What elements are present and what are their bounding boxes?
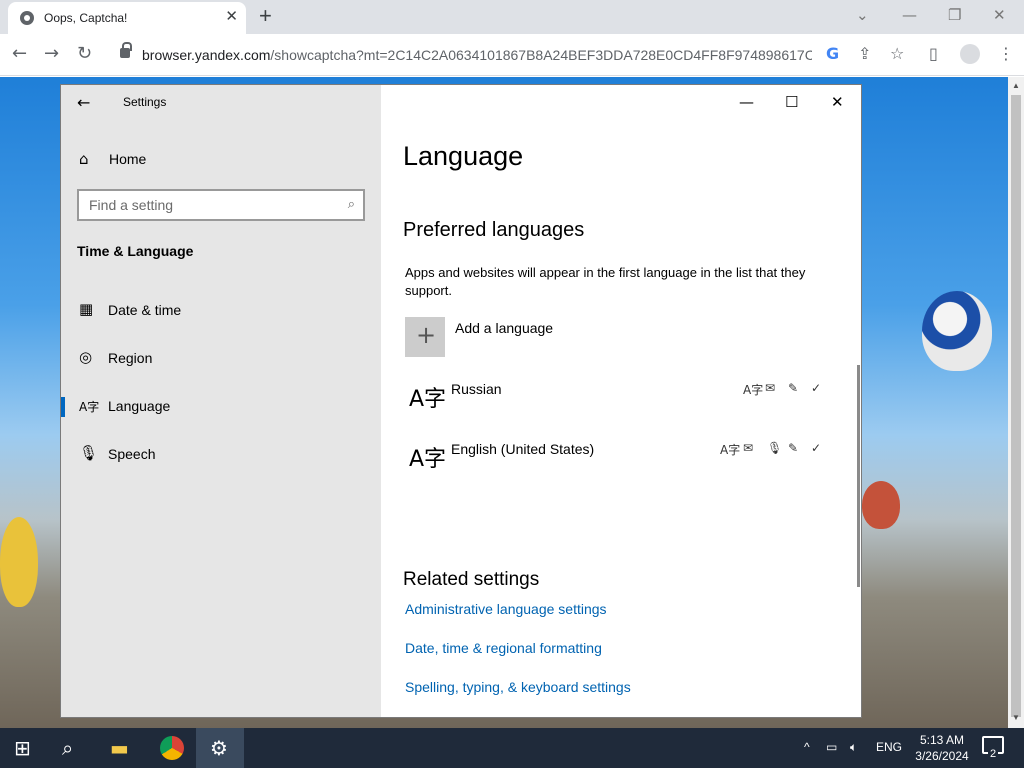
url-host: browser.yandex.com	[142, 47, 271, 63]
language-glyph-icon: A字	[409, 387, 447, 412]
section-title: Time & Language	[77, 243, 194, 259]
settings-sidebar: ← Settings ⌂ Home Find a setting ⌕ Time …	[61, 85, 381, 717]
settings-gear-icon[interactable]: ⚙	[210, 734, 228, 762]
clock-time: 5:13 AM	[919, 733, 965, 747]
close-browser-button[interactable]: ✕	[993, 6, 1006, 24]
preferred-languages-description: Apps and websites will appear in the fir…	[405, 265, 806, 298]
back-icon[interactable]: ←	[12, 44, 27, 64]
settings-window: ← Settings ⌂ Home Find a setting ⌕ Time …	[60, 84, 862, 718]
browser-tab-strip: Oops, Captcha! ✕ + ⌄ — ❐ ✕	[0, 0, 1024, 34]
notification-count: 2	[988, 748, 999, 760]
administrative-language-settings-link[interactable]: Administrative language settings	[405, 601, 607, 617]
address-bar[interactable]: browser.yandex.com/showcaptcha?mt=2C14C2…	[142, 47, 812, 63]
display-language-icon: A字	[720, 443, 741, 457]
menu-icon[interactable]: ⋮	[998, 45, 1014, 63]
sidebar-item-label: Language	[108, 398, 171, 414]
spelling-typing-keyboard-settings-link[interactable]: Spelling, typing, & keyboard settings	[405, 679, 631, 695]
clock-date: 3/26/2024	[915, 749, 969, 763]
start-windows-icon[interactable]: ⊞	[14, 734, 31, 762]
input-language-indicator[interactable]: ENG	[876, 740, 902, 754]
mouse-cursor	[423, 527, 435, 537]
tab-title: Oops, Captcha!	[44, 11, 128, 25]
spellcheck-icon: ✓	[811, 441, 822, 455]
language-item-english[interactable]: A字 English (United States) A字 ✉ 🎙︎ ✎ ✓	[405, 439, 835, 493]
sidebar-item-label: Region	[108, 350, 153, 366]
text-to-speech-icon: ✉	[743, 441, 754, 455]
taskbar-clock[interactable]: 5:13 AM 3/26/2024	[912, 732, 972, 764]
side-panel-icon[interactable]: ▯	[929, 45, 938, 63]
language-glyph-icon: A字	[409, 447, 447, 472]
minimize-window-button[interactable]: —	[739, 93, 754, 111]
bookmark-star-icon[interactable]: ☆	[890, 45, 904, 63]
tray-chevron-icon[interactable]: ^	[804, 740, 810, 754]
scrollbar-thumb[interactable]	[1011, 95, 1021, 717]
page-title: Language	[403, 141, 524, 171]
settings-content: — ☐ ✕ Language Preferred languages Apps …	[381, 85, 861, 717]
preferred-languages-heading: Preferred languages	[403, 219, 585, 241]
maximize-window-button[interactable]: ☐	[785, 93, 798, 111]
scroll-down-icon[interactable]: ▼	[1012, 713, 1020, 722]
hot-air-balloon	[0, 517, 38, 607]
related-settings-heading: Related settings	[403, 569, 540, 590]
reload-icon[interactable]: ↻	[77, 44, 92, 64]
close-window-button[interactable]: ✕	[831, 93, 844, 111]
browser-toolbar: ← → ↻ browser.yandex.com/showcaptcha?mt=…	[0, 34, 1024, 76]
browser-tab[interactable]: Oops, Captcha! ✕	[8, 2, 246, 34]
content-scrollbar[interactable]	[857, 365, 860, 587]
chrome-icon[interactable]	[160, 736, 184, 760]
sidebar-item-label: Date & time	[108, 302, 182, 318]
calendar-clock-icon: ▦	[79, 300, 94, 318]
microphone-icon: 🎙︎	[79, 444, 99, 462]
language-name: Russian	[451, 381, 502, 397]
file-explorer-icon[interactable]: ▬	[110, 734, 129, 762]
back-arrow-icon[interactable]: ←	[77, 93, 90, 112]
date-time-regional-formatting-link[interactable]: Date, time & regional formatting	[405, 640, 602, 656]
sidebar-item-label: Speech	[108, 446, 156, 462]
find-setting-search[interactable]: Find a setting ⌕	[77, 189, 365, 221]
search-input[interactable]: Find a setting	[89, 197, 173, 213]
text-to-speech-icon: ✉	[765, 381, 776, 395]
sidebar-item-speech[interactable]: 🎙︎ Speech	[61, 435, 381, 475]
speech-recognition-icon: 🎙︎	[767, 441, 783, 455]
scroll-up-icon[interactable]: ▲	[1012, 81, 1020, 90]
language-name: English (United States)	[451, 441, 595, 457]
add-language-label[interactable]: Add a language	[455, 320, 553, 336]
home-link[interactable]: Home	[109, 151, 146, 167]
page-scrollbar[interactable]: ▲ ▼	[1008, 77, 1024, 728]
sidebar-item-language[interactable]: A字 Language	[61, 387, 381, 427]
plus-icon: +	[416, 321, 437, 349]
url-path: /showcaptcha?mt=2C14C2A0634101867B8A24BE…	[270, 47, 812, 63]
network-icon[interactable]: ▭	[826, 740, 837, 754]
display-language-icon: A字	[743, 383, 764, 397]
language-item-russian[interactable]: A字 Russian A字 ✉ ✎ ✓	[405, 379, 835, 433]
tab-favicon-icon	[20, 11, 34, 25]
search-icon[interactable]: ⌕	[62, 734, 73, 762]
sidebar-item-date-time[interactable]: ▦ Date & time	[61, 291, 381, 331]
hot-air-balloon	[862, 481, 900, 529]
hot-air-balloon	[922, 291, 992, 371]
spellcheck-icon: ✓	[811, 381, 822, 395]
globe-icon: ◎	[79, 348, 93, 366]
share-icon[interactable]: ⇪	[858, 45, 871, 63]
forward-icon[interactable]: →	[44, 44, 59, 64]
google-icon[interactable]: G	[826, 45, 839, 63]
taskbar: ⊞ ⌕ ▬ ⚙ ^ ▭ 🔈︎ ENG 5:13 AM 3/26/2024 2	[0, 728, 1024, 768]
restore-browser-button[interactable]: ❐	[948, 6, 961, 24]
tab-search-icon[interactable]: ⌄	[856, 6, 869, 24]
sidebar-item-region[interactable]: ◎ Region	[61, 339, 381, 379]
home-icon[interactable]: ⌂	[79, 150, 89, 168]
tab-close-icon[interactable]: ✕	[225, 8, 238, 26]
window-title: Settings	[123, 95, 167, 109]
profile-avatar-icon[interactable]	[960, 44, 980, 64]
handwriting-icon: ✎	[788, 441, 799, 455]
search-icon[interactable]: ⌕	[348, 197, 355, 212]
lock-icon[interactable]	[120, 42, 132, 58]
new-tab-button[interactable]: +	[259, 4, 272, 28]
language-icon: A字	[79, 400, 100, 414]
handwriting-icon: ✎	[788, 381, 799, 395]
minimize-browser-button[interactable]: —	[902, 6, 917, 24]
volume-muted-icon[interactable]: 🔈︎	[850, 740, 857, 755]
add-language-button[interactable]: +	[405, 317, 445, 357]
